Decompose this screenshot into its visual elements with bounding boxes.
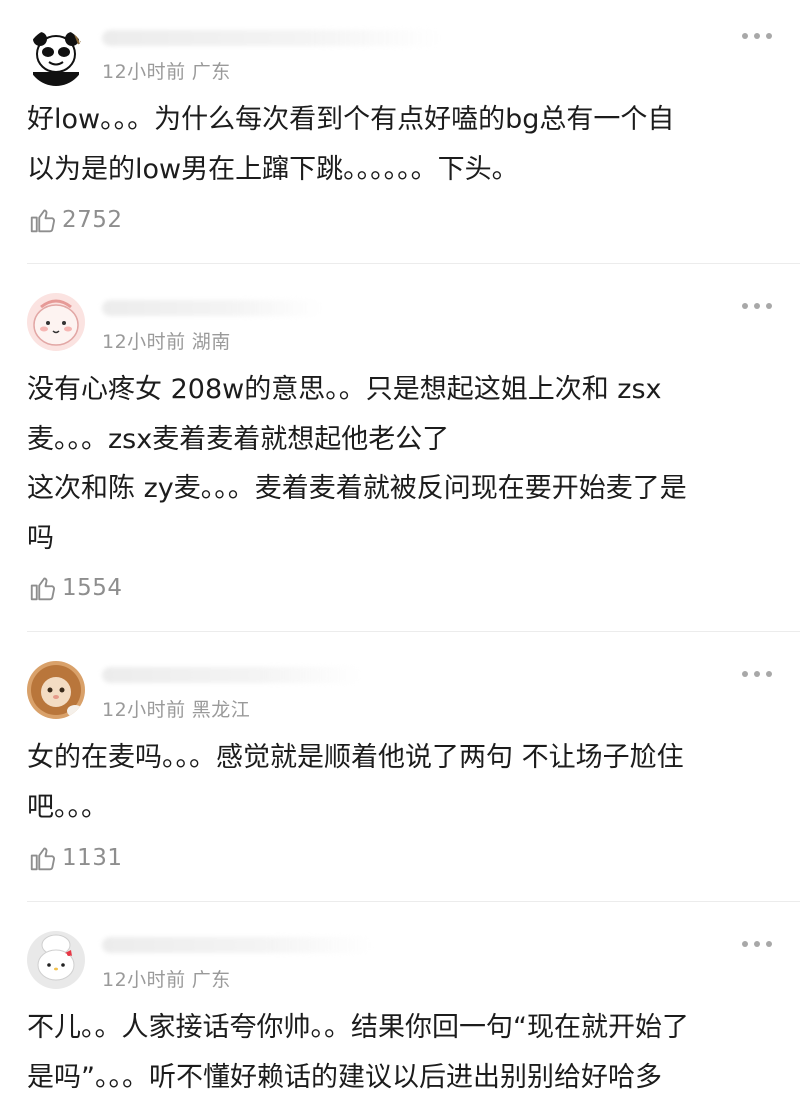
- like-count: 2752: [62, 207, 123, 233]
- comment-text: 不儿。。人家接话夸你帅。。结果你回一句“现在就开始了 是吗”。。。听不懂好赖话的…: [27, 1012, 689, 1093]
- more-options-button[interactable]: [742, 31, 772, 41]
- panda-meme-avatar-icon: [27, 28, 85, 86]
- avatar[interactable]: [27, 931, 85, 989]
- thumbs-up-icon: [30, 209, 55, 233]
- dot-icon: [766, 33, 772, 39]
- avatar[interactable]: [27, 661, 85, 719]
- avatar[interactable]: [27, 28, 85, 86]
- divider: [27, 901, 800, 902]
- comment-text: 好low。。。为什么每次看到个有点好嗑的bg总有一个自 以为是的low男在上蹿下…: [27, 104, 675, 185]
- dot-icon: [742, 671, 748, 677]
- dot-icon: [766, 941, 772, 947]
- dot-icon: [742, 303, 748, 309]
- comment-time: 12小时前: [102, 699, 186, 721]
- like-button[interactable]: 1131: [28, 843, 123, 873]
- like-button[interactable]: 1554: [28, 573, 123, 603]
- comment-time: 12小时前: [102, 331, 186, 353]
- username-blurred[interactable]: [102, 300, 322, 316]
- divider: [27, 631, 800, 632]
- username-blurred[interactable]: [102, 667, 362, 683]
- comment-time: 12小时前: [102, 61, 186, 83]
- username-blurred[interactable]: [102, 937, 372, 953]
- comment-meta: 12小时前 黑龙江: [102, 695, 250, 722]
- dot-icon: [766, 303, 772, 309]
- comment-time: 12小时前: [102, 969, 186, 991]
- dot-icon: [754, 671, 760, 677]
- lion-cat-avatar-icon: [27, 661, 85, 719]
- more-options-button[interactable]: [742, 669, 772, 679]
- more-options-button[interactable]: [742, 939, 772, 949]
- hello-kitty-chef-avatar-icon: [27, 931, 85, 989]
- dot-icon: [742, 33, 748, 39]
- comment-location: 黑龙江: [191, 699, 251, 721]
- username-blurred[interactable]: [102, 30, 442, 46]
- dot-icon: [766, 671, 772, 677]
- comment-meta: 12小时前 广东: [102, 57, 231, 84]
- comment-text: 没有心疼女 208w的意思。。只是想起这姐上次和 zsx 麦。。。zsx麦着麦着…: [27, 374, 687, 554]
- dot-icon: [754, 33, 760, 39]
- comment-location: 广东: [191, 969, 231, 991]
- divider: [27, 263, 800, 264]
- dot-icon: [742, 941, 748, 947]
- thumbs-up-icon: [30, 847, 55, 871]
- pink-cartoon-avatar-icon: [27, 293, 85, 351]
- comment-meta: 12小时前 湖南: [102, 327, 231, 354]
- avatar[interactable]: [27, 293, 85, 351]
- like-count: 1131: [62, 845, 123, 871]
- like-button[interactable]: 2752: [28, 205, 123, 235]
- like-count: 1554: [62, 575, 123, 601]
- thumbs-up-icon: [30, 577, 55, 601]
- dot-icon: [754, 941, 760, 947]
- comment-text: 女的在麦吗。。。感觉就是顺着他说了两句 不让场子尬住 吧。。。: [27, 742, 684, 823]
- dot-icon: [754, 303, 760, 309]
- comment-location: 广东: [191, 61, 231, 83]
- comment-meta: 12小时前 广东: [102, 965, 231, 992]
- more-options-button[interactable]: [742, 301, 772, 311]
- comment-location: 湖南: [191, 331, 231, 353]
